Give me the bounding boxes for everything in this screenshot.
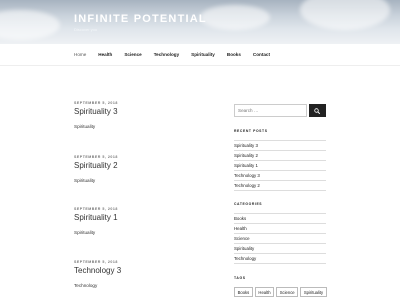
search-form: [234, 104, 326, 117]
post-date[interactable]: SEPTEMBER 5, 2018: [74, 101, 214, 105]
search-input[interactable]: [234, 104, 307, 117]
nav-item-technology[interactable]: Technology: [154, 52, 179, 57]
search-icon: [314, 107, 320, 114]
post-title[interactable]: Technology 3: [74, 266, 214, 275]
cloud-decoration: [200, 5, 270, 30]
cloud-decoration: [0, 10, 60, 40]
main-navigation: Home Health Science Technology Spiritual…: [0, 44, 400, 66]
post-entry: SEPTEMBER 5, 2018 Spirituality 3 Spiritu…: [74, 101, 214, 129]
tag-cloud: Books Health Science Spirituality: [234, 287, 327, 297]
post-body: Technology: [74, 283, 98, 288]
nav-item-home[interactable]: Home: [74, 52, 86, 57]
post-body: Spirituality: [74, 230, 96, 235]
post-date[interactable]: SEPTEMBER 5, 2018: [74, 260, 214, 264]
tag-link[interactable]: Spirituality: [300, 287, 327, 297]
category-link[interactable]: Science: [234, 234, 326, 244]
tag-link[interactable]: Books: [234, 287, 253, 297]
category-link[interactable]: Spirituality: [234, 244, 326, 254]
recent-post-link[interactable]: Technology 2: [234, 181, 326, 191]
nav-item-science[interactable]: Science: [124, 52, 141, 57]
post-entry: SEPTEMBER 5, 2018 Technology 3 Technolog…: [74, 260, 214, 288]
recent-post-link[interactable]: Technology 3: [234, 171, 326, 181]
search-button[interactable]: [309, 104, 326, 117]
recent-post-link[interactable]: Spirituality 2: [234, 151, 326, 161]
cloud-decoration: [300, 0, 390, 30]
tag-link[interactable]: Science: [276, 287, 299, 297]
recent-posts-list: Spirituality 3 Spirituality 2 Spirituali…: [234, 140, 326, 191]
categories-title: CATEGORIES: [234, 202, 263, 206]
nav-item-books[interactable]: Books: [227, 52, 241, 57]
post-title[interactable]: Spirituality 1: [74, 213, 214, 222]
category-link[interactable]: Technology: [234, 254, 326, 264]
category-link[interactable]: Health: [234, 224, 326, 234]
post-date[interactable]: SEPTEMBER 5, 2018: [74, 207, 214, 211]
nav-item-health[interactable]: Health: [98, 52, 112, 57]
post-body: Spirituality: [74, 124, 96, 129]
post-date[interactable]: SEPTEMBER 5, 2018: [74, 155, 214, 159]
recent-post-link[interactable]: Spirituality 3: [234, 141, 326, 151]
post-title[interactable]: Spirituality 3: [74, 107, 214, 116]
category-link[interactable]: Books: [234, 214, 326, 224]
site-title[interactable]: INFINITE POTENTIAL: [74, 13, 207, 25]
categories-list: Books Health Science Spirituality Techno…: [234, 213, 326, 264]
recent-posts-title: RECENT POSTS: [234, 129, 268, 133]
post-entry: SEPTEMBER 5, 2018 Spirituality 2 Spiritu…: [74, 155, 214, 183]
tags-title: TAGS: [234, 276, 246, 280]
tag-link[interactable]: Health: [254, 287, 275, 297]
site-description: Discover you: [74, 27, 98, 32]
site-header: INFINITE POTENTIAL Discover you: [0, 0, 400, 44]
nav-item-contact[interactable]: Contact: [253, 52, 270, 57]
nav-item-spirituality[interactable]: Spirituality: [191, 52, 215, 57]
post-body: Spirituality: [74, 178, 96, 183]
post-title[interactable]: Spirituality 2: [74, 161, 214, 170]
post-entry: SEPTEMBER 5, 2018 Spirituality 1 Spiritu…: [74, 207, 214, 235]
recent-post-link[interactable]: Spirituality 1: [234, 161, 326, 171]
